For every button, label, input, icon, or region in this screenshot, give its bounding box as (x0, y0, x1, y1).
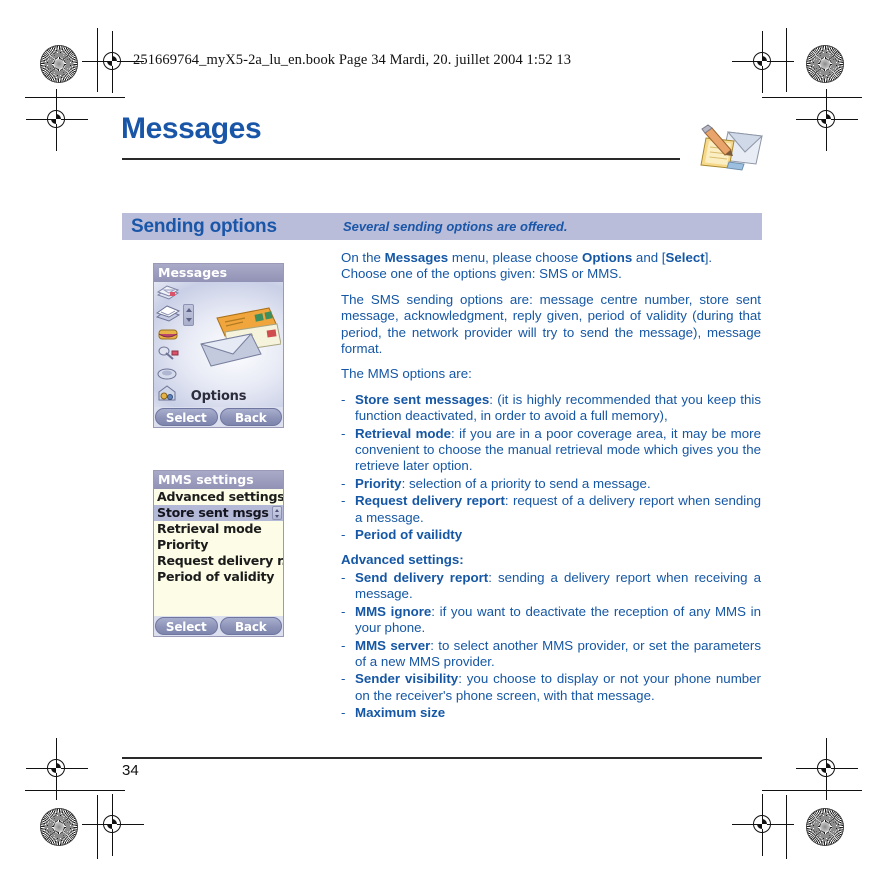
option-term: Sender visibility (355, 671, 459, 687)
advanced-settings-heading: Advanced settings: (341, 551, 464, 567)
list-item: - Send delivery report: sending a deliver… (341, 570, 761, 603)
intro-term-messages: Messages (384, 250, 449, 265)
option-term: Send delivery report (355, 569, 489, 585)
phone2-menu-list: Advanced settings Store sent msgs Retrie… (154, 489, 283, 616)
phone2-value-stepper[interactable] (272, 506, 282, 520)
advanced-settings-list: - Send delivery report: sending a deliver… (341, 570, 761, 722)
message-stack-icon (155, 284, 182, 303)
list-item: - Retrieval mode: if you are in a poor co… (341, 426, 761, 475)
phone1-title-bar: Messages (154, 264, 283, 282)
drafts-icon (155, 324, 182, 343)
notepad-pencil-envelope-icon (698, 122, 764, 174)
body-text-column: On the Messages menu, please choose Opti… (341, 250, 761, 723)
option-term: MMS server (355, 637, 431, 653)
phone1-screen-canvas: Options (154, 282, 283, 407)
list-item[interactable]: Request delivery r. (154, 553, 283, 569)
intro-line-2: Choose one of the options given: SMS or … (341, 266, 622, 282)
mms-options-lead: The MMS options are: (341, 366, 472, 382)
section-title: Sending options (131, 216, 277, 237)
bullet-dash: - (341, 705, 346, 721)
outbox-icon (155, 364, 182, 383)
bullet-dash: - (341, 603, 346, 619)
title-rule (122, 158, 680, 160)
list-item[interactable]: Retrieval mode (154, 521, 283, 537)
list-item[interactable]: Period of validity (154, 569, 283, 585)
list-item: - Priority: selection of a priority to se… (341, 476, 761, 492)
intro-text-a: On the (341, 250, 385, 265)
bullet-dash: - (341, 425, 346, 441)
list-item: - Period of vailidty (341, 527, 761, 543)
list-item: - Request delivery report: request of a d… (341, 493, 761, 526)
bullet-dash: - (341, 475, 346, 491)
sms-options-paragraph: The SMS sending options are: message cen… (341, 291, 761, 357)
voicemail-icon (155, 344, 182, 363)
option-term: Request delivery report (355, 493, 505, 509)
phone1-softkey-bar: Select Back (154, 407, 283, 427)
phone1-icon-column (155, 284, 185, 404)
list-item[interactable]: Priority (154, 537, 283, 553)
option-term: Priority (355, 475, 402, 491)
phone2-softkey-back[interactable]: Back (219, 617, 282, 635)
bullet-dash: - (341, 569, 346, 585)
phone-screenshot-mms-settings: MMS settings Advanced settings Store sen… (153, 470, 284, 637)
section-header-band: Sending options Several sending options … (122, 213, 762, 240)
list-item: - Maximum size (341, 705, 761, 721)
intro-term-options: Options (582, 250, 633, 265)
bullet-dash: - (341, 637, 346, 653)
phone2-title-bar: MMS settings (154, 471, 283, 489)
list-item-label: Store sent msgs (157, 505, 269, 520)
list-item-selected[interactable]: Store sent msgs (154, 505, 283, 521)
phone2-softkey-select[interactable]: Select (155, 617, 218, 635)
phone2-softkey-bar: Select Back (154, 616, 283, 636)
open-envelope-icon (155, 304, 182, 323)
bullet-dash: - (341, 391, 346, 407)
intro-term-select: Select (665, 250, 705, 265)
intro-paragraph: On the Messages menu, please choose Opti… (341, 250, 761, 283)
phone-screenshot-messages-menu: Messages Options Select Back (153, 263, 284, 428)
document-page: Messages Sending options Several sending… (0, 0, 884, 884)
list-item[interactable]: Advanced settings (154, 489, 283, 505)
mms-options-list: - Store sent messages: (it is highly reco… (341, 392, 761, 544)
intro-text-e: and [ (632, 250, 666, 265)
section-subtitle: Several sending options are offered. (343, 219, 568, 234)
list-item: - Store sent messages: (it is highly reco… (341, 392, 761, 425)
bullet-dash: - (341, 493, 346, 509)
footer-rule (122, 757, 762, 759)
option-desc: : selection of a priority to send a mess… (401, 475, 651, 491)
phone1-message-artwork (189, 300, 282, 372)
list-item: - Sender visibility: you choose to displa… (341, 671, 761, 704)
option-term: MMS ignore (355, 603, 432, 619)
option-term: Store sent messages (355, 391, 490, 407)
phone1-center-label: Options (190, 389, 247, 404)
bullet-dash: - (341, 527, 346, 543)
list-item: - MMS server: to select another MMS provi… (341, 638, 761, 671)
phone1-softkey-back[interactable]: Back (219, 408, 282, 426)
page-number: 34 (122, 762, 139, 779)
option-term: Period of vailidty (355, 527, 463, 543)
option-term: Retrieval mode (355, 425, 452, 441)
intro-text-c: menu, please choose (448, 250, 582, 265)
intro-text-g: ]. (704, 250, 713, 265)
list-item: - MMS ignore: if you want to deactivate t… (341, 604, 761, 637)
phone1-softkey-select[interactable]: Select (155, 408, 218, 426)
page-title: Messages (121, 112, 262, 145)
bullet-dash: - (341, 671, 346, 687)
option-term: Maximum size (355, 705, 446, 721)
